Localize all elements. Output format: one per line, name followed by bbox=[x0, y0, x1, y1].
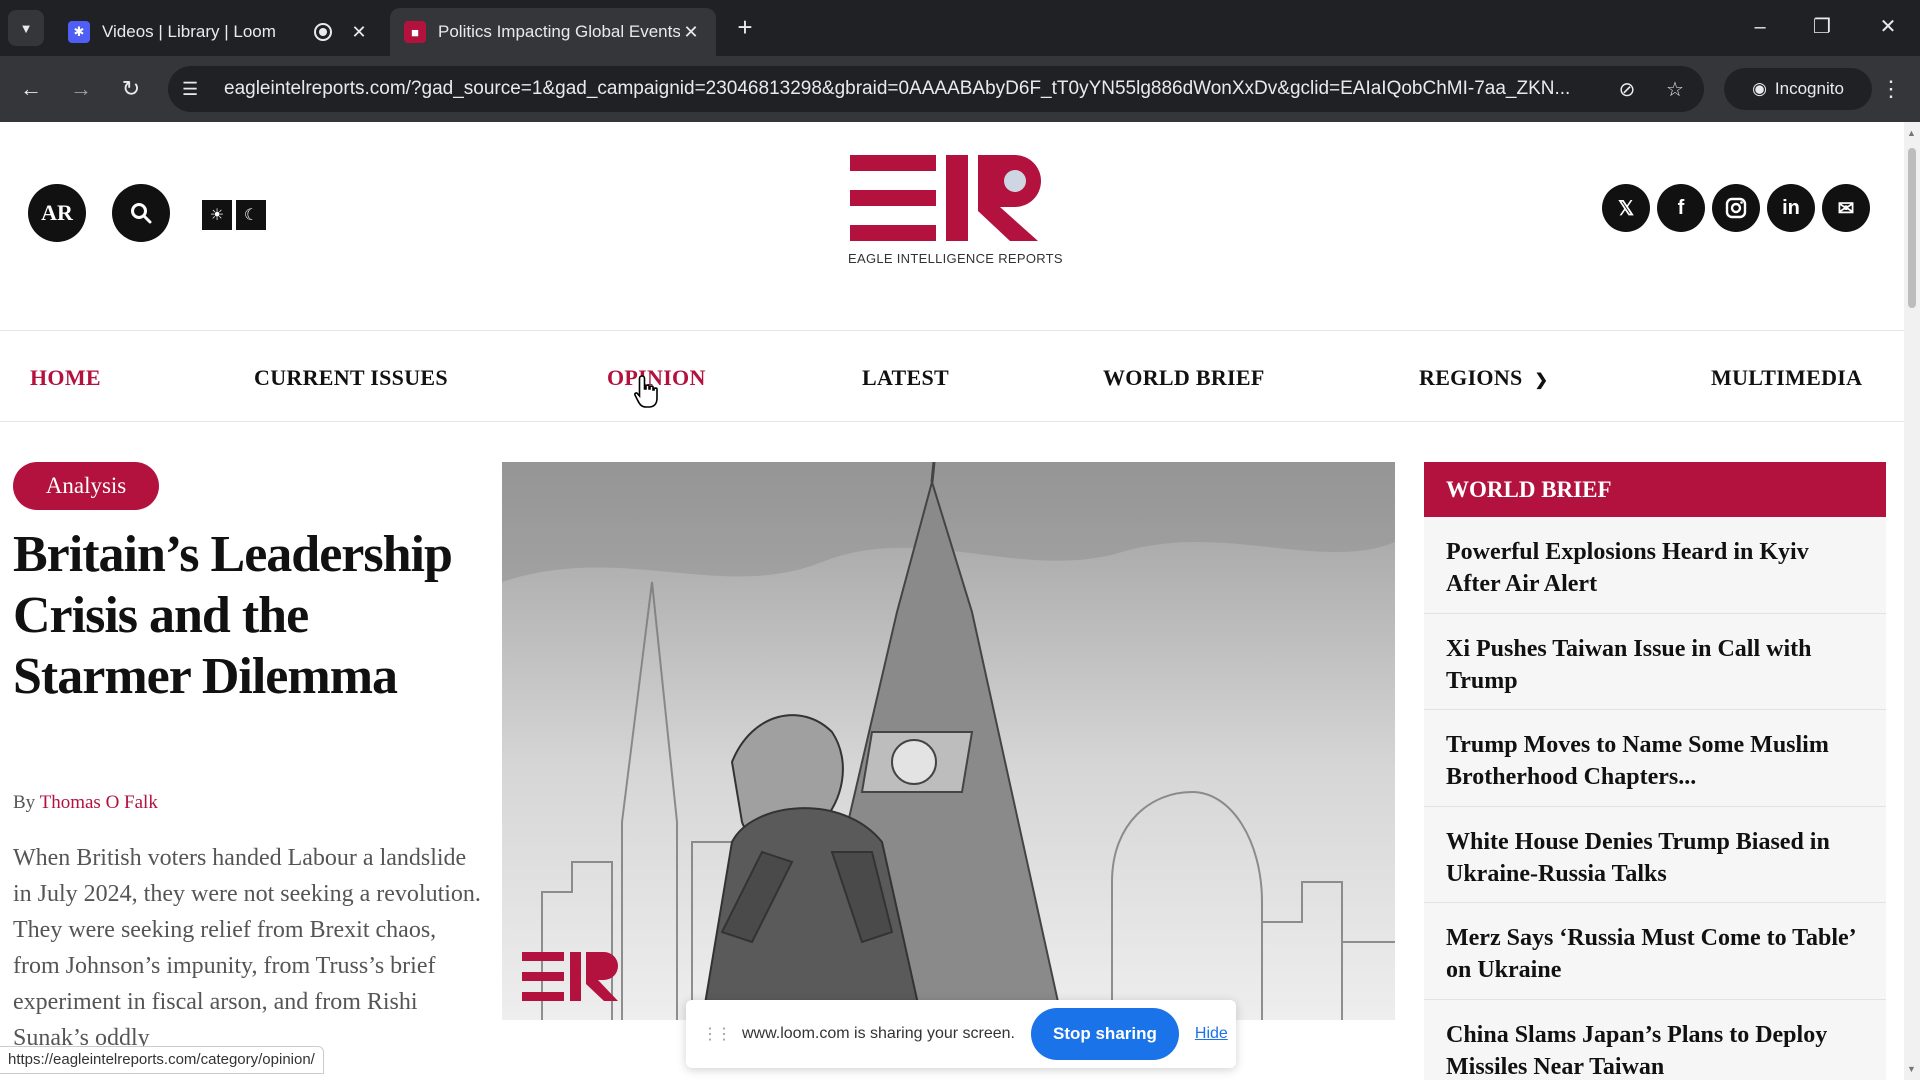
article-headline[interactable]: Britain’s Leadership Crisis and the Star… bbox=[13, 524, 483, 707]
eye-off-icon[interactable]: ⊘ bbox=[1612, 77, 1642, 102]
browser-tab-bar: ▼ ✱ Videos | Library | Loom ✕ ■ Politics… bbox=[0, 0, 1920, 56]
author-link[interactable]: Thomas O Falk bbox=[40, 792, 158, 813]
theme-toggle[interactable]: ☀ ☾ bbox=[202, 200, 266, 230]
hand-cursor-icon bbox=[634, 375, 658, 408]
instagram-icon[interactable] bbox=[1712, 184, 1760, 232]
browser-menu-icon[interactable]: ⋮ bbox=[1876, 72, 1906, 106]
world-brief-panel: WORLD BRIEF Powerful Explosions Heard in… bbox=[1424, 462, 1886, 1080]
main-navigation: HOME CURRENT ISSUES OPINION LATEST WORLD… bbox=[0, 330, 1904, 422]
world-brief-title[interactable]: WORLD BRIEF bbox=[1424, 462, 1886, 517]
logo-tagline: EAGLE INTELLIGENCE REPORTS bbox=[848, 251, 1063, 266]
forward-arrow-icon[interactable]: → bbox=[64, 72, 98, 106]
social-links: 𝕏 f in ✉ bbox=[1602, 184, 1870, 232]
url-text[interactable]: eagleintelreports.com/?gad_source=1&gad_… bbox=[224, 78, 1594, 100]
reload-icon[interactable]: ↻ bbox=[114, 72, 148, 106]
world-brief-item[interactable]: Powerful Explosions Heard in Kyiv After … bbox=[1424, 517, 1886, 614]
nav-latest[interactable]: LATEST bbox=[862, 365, 949, 391]
tab-eagle-intel[interactable]: ■ Politics Impacting Global Events ✕ bbox=[390, 8, 716, 56]
sketch-illustration bbox=[502, 462, 1395, 1020]
world-brief-item[interactable]: China Slams Japan’s Plans to Deploy Miss… bbox=[1424, 1000, 1886, 1080]
eir-watermark-icon bbox=[522, 952, 618, 1001]
site-settings-icon[interactable]: ☰ bbox=[182, 79, 206, 100]
close-tab-icon[interactable]: ✕ bbox=[348, 22, 370, 43]
nav-world-brief[interactable]: WORLD BRIEF bbox=[1103, 365, 1265, 391]
scroll-up-icon[interactable]: ▲ bbox=[1907, 128, 1916, 138]
screen-share-banner: ⋮⋮ www.loom.com is sharing your screen. … bbox=[686, 1000, 1236, 1068]
tab-title: Politics Impacting Global Events bbox=[438, 22, 680, 41]
browser-toolbar: ← → ↻ ☰ eagleintelreports.com/?gad_sourc… bbox=[0, 56, 1920, 122]
address-bar[interactable]: ☰ eagleintelreports.com/?gad_source=1&ga… bbox=[168, 66, 1704, 112]
new-tab-plus-icon[interactable]: + bbox=[730, 12, 760, 42]
hide-banner-link[interactable]: Hide bbox=[1195, 1025, 1228, 1043]
eir-logo-mark bbox=[850, 155, 1041, 241]
nav-home[interactable]: HOME bbox=[30, 365, 101, 391]
website: AR ☀ ☾ EAGLE INTELLIGENCE REPORTS 𝕏 f in… bbox=[0, 122, 1904, 1080]
restore-icon[interactable]: ❐ bbox=[1802, 12, 1842, 42]
minimize-icon[interactable]: – bbox=[1740, 12, 1780, 42]
share-message: www.loom.com is sharing your screen. bbox=[742, 1025, 1015, 1042]
tab-loom-library[interactable]: ✱ Videos | Library | Loom ✕ bbox=[54, 8, 384, 56]
chevron-down-icon: ❯ bbox=[1534, 372, 1549, 389]
hero-illustration[interactable] bbox=[502, 462, 1395, 1020]
incognito-indicator[interactable]: ◉ Incognito bbox=[1724, 68, 1872, 110]
language-button[interactable]: AR bbox=[28, 184, 86, 242]
close-window-icon[interactable]: ✕ bbox=[1868, 12, 1908, 42]
scrollbar-thumb[interactable] bbox=[1908, 148, 1916, 308]
search-icon bbox=[131, 203, 152, 224]
sun-icon[interactable]: ☀ bbox=[202, 200, 232, 230]
incognito-label: Incognito bbox=[1774, 79, 1844, 98]
world-brief-item[interactable]: White House Denies Trump Biased in Ukrai… bbox=[1424, 807, 1886, 903]
mail-icon[interactable]: ✉ bbox=[1822, 184, 1870, 232]
drag-handle-icon[interactable]: ⋮⋮ bbox=[702, 1024, 732, 1044]
bookmark-star-icon[interactable]: ☆ bbox=[1660, 77, 1690, 102]
world-brief-list: Powerful Explosions Heard in Kyiv After … bbox=[1424, 517, 1886, 1080]
world-brief-item[interactable]: Trump Moves to Name Some Muslim Brotherh… bbox=[1424, 710, 1886, 807]
world-brief-item[interactable]: Merz Says ‘Russia Must Come to Table’ on… bbox=[1424, 903, 1886, 1000]
nav-regions[interactable]: REGIONS ❯ bbox=[1419, 365, 1548, 391]
nav-current-issues[interactable]: CURRENT ISSUES bbox=[254, 365, 448, 391]
category-badge[interactable]: Analysis bbox=[13, 462, 159, 510]
recording-icon bbox=[314, 23, 332, 41]
byline: By Thomas O Falk bbox=[13, 792, 158, 814]
status-bar-url: https://eagleintelreports.com/category/o… bbox=[0, 1046, 324, 1074]
eir-icon: ■ bbox=[404, 21, 426, 43]
stop-sharing-button[interactable]: Stop sharing bbox=[1030, 1008, 1179, 1060]
loom-icon: ✱ bbox=[68, 21, 90, 43]
byline-prefix: By bbox=[13, 792, 36, 813]
close-tab-icon[interactable]: ✕ bbox=[680, 22, 702, 43]
nav-multimedia[interactable]: MULTIMEDIA bbox=[1711, 365, 1862, 391]
search-button[interactable] bbox=[112, 184, 170, 242]
linkedin-icon[interactable]: in bbox=[1767, 184, 1815, 232]
site-logo[interactable]: EAGLE INTELLIGENCE REPORTS bbox=[848, 155, 1063, 295]
moon-icon[interactable]: ☾ bbox=[236, 200, 266, 230]
tab-search-chevron-icon[interactable]: ▼ bbox=[8, 10, 44, 46]
world-brief-item[interactable]: Xi Pushes Taiwan Issue in Call with Trum… bbox=[1424, 614, 1886, 710]
page-scrollbar[interactable]: ▲ ▼ bbox=[1904, 122, 1920, 1080]
x-icon[interactable]: 𝕏 bbox=[1602, 184, 1650, 232]
tab-title: Videos | Library | Loom bbox=[102, 22, 276, 41]
facebook-icon[interactable]: f bbox=[1657, 184, 1705, 232]
back-arrow-icon[interactable]: ← bbox=[14, 72, 48, 106]
article-lede: When British voters handed Labour a land… bbox=[13, 845, 481, 1051]
incognito-icon: ◉ bbox=[1752, 79, 1767, 98]
nav-regions-label: REGIONS bbox=[1419, 365, 1523, 390]
scroll-down-icon[interactable]: ▼ bbox=[1907, 1064, 1916, 1074]
